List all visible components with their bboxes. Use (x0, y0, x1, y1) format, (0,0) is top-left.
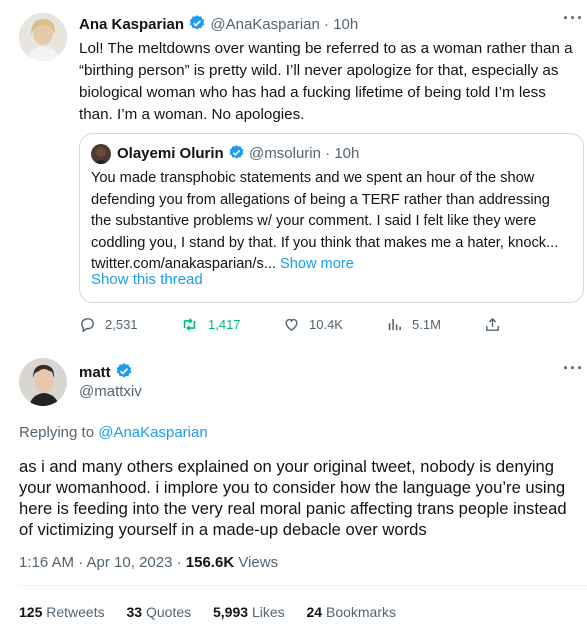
show-more-link[interactable]: Show more (280, 256, 354, 272)
views-action[interactable]: 5.1M (386, 316, 441, 333)
main-tweet-text: as i and many others explained on your o… (19, 457, 567, 539)
reply-action[interactable]: 2,531 (79, 316, 138, 333)
matt-author-name[interactable]: matt (79, 364, 111, 381)
ana-author-name[interactable]: Ana Kasparian (79, 16, 184, 33)
olayemi-time: 10h (334, 145, 360, 162)
replying-to-handle[interactable]: @AnaKasparian (98, 424, 207, 441)
ana-tweet-time[interactable]: 10h (333, 16, 358, 33)
matt-handle[interactable]: @mattxiv (79, 383, 142, 400)
quotes-stat[interactable]: 33 Quotes (127, 604, 196, 620)
ana-tweet-text: Lol! The meltdowns over wanting be refer… (79, 40, 573, 123)
retweet-icon (183, 318, 196, 331)
verified-badge-icon (229, 145, 244, 159)
bookmarks-stat[interactable]: 24 Bookmarks (307, 604, 397, 620)
ana-handle[interactable]: @AnaKasparian (210, 16, 319, 33)
like-action[interactable]: 10.4K (283, 316, 343, 333)
more-options-icon[interactable]: ··· (563, 358, 584, 379)
analytics-icon (388, 318, 401, 331)
views-label: Views (238, 554, 279, 571)
olayemi-avatar (91, 144, 111, 164)
ana-avatar[interactable] (19, 13, 67, 61)
tweet-timestamp[interactable]: 1:16 AM · Apr 10, 2023 · (19, 554, 182, 571)
verified-badge-icon (189, 15, 205, 30)
likes-stat[interactable]: 5,993 Likes (213, 604, 289, 620)
olayemi-author-name: Olayemi Olurin (117, 145, 224, 162)
replying-to-label: Replying to (19, 424, 95, 441)
share-action[interactable] (484, 316, 501, 338)
retweets-stat[interactable]: 125 Retweets (19, 604, 109, 620)
verified-badge-icon (116, 363, 132, 378)
views-count: 5.1M (412, 317, 441, 332)
matt-avatar[interactable] (19, 358, 67, 406)
retweet-count: 1,417 (208, 317, 241, 332)
divider (19, 585, 587, 586)
heart-icon (285, 318, 298, 331)
reply-icon (81, 318, 94, 333)
reply-count: 2,531 (105, 317, 138, 332)
share-icon (486, 317, 499, 331)
quoted-tweet-card[interactable]: Olayemi Olurin @msolurin · 10h You made … (79, 133, 584, 303)
like-count: 10.4K (309, 317, 343, 332)
olayemi-handle: @msolurin (249, 145, 321, 162)
views-total: 156.6K (185, 554, 235, 571)
more-options-icon[interactable]: ··· (563, 8, 584, 29)
retweet-action[interactable]: 1,417 (180, 316, 241, 333)
show-this-thread-link[interactable]: Show this thread (91, 271, 203, 288)
